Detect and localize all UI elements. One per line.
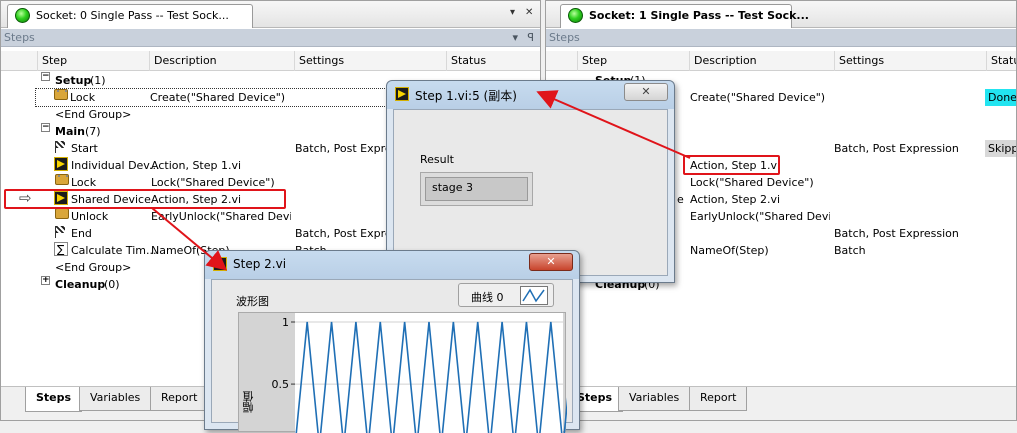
step-description: Lock("Shared Device") <box>690 176 814 189</box>
dropdown-icon[interactable]: ▾ <box>512 29 518 47</box>
group-label: Main <box>55 125 85 138</box>
step-description: EarlyUnlock("Shared Devic... <box>151 210 291 223</box>
expand-icon[interactable]: + <box>41 276 50 285</box>
result-label: Result <box>420 153 454 166</box>
y-tick-label: 1 <box>282 316 289 329</box>
step-description: Create("Shared Device") <box>690 91 826 104</box>
tab-variables[interactable]: Variables <box>79 387 152 411</box>
step-description: Action, Step 1.vi <box>151 159 242 172</box>
column-settings[interactable]: Settings <box>294 51 446 71</box>
steps-column-header: Step Description Settings Statu <box>546 51 1016 71</box>
close-icon[interactable]: ✕ <box>525 7 533 18</box>
step-settings: Batch, Post Expressi <box>295 227 387 240</box>
plot-style-icon[interactable] <box>520 286 548 305</box>
vi-icon <box>395 87 409 101</box>
left-document-tabbar: Socket: 0 Single Pass -- Test Sock... ▾ … <box>1 1 540 28</box>
steps-panel-title: Steps <box>4 31 35 44</box>
status-led-icon <box>568 8 583 23</box>
status-badge: Skipp <box>985 140 1016 157</box>
result-value: stage 3 <box>425 177 528 201</box>
step-settings: Batch, Post Expression <box>834 227 959 240</box>
steps-panel-header: Steps ▾ ꟼ <box>1 29 540 47</box>
tab-report[interactable]: Report <box>689 387 748 411</box>
close-button[interactable]: ✕ <box>624 83 668 101</box>
step-description: Action, Step 2.vi <box>690 193 781 206</box>
front-panel: 波形图 曲线 0 幅值 10.50 <box>211 279 573 433</box>
step-name: Unlock <box>71 210 109 223</box>
legend-label: 曲线 0 <box>471 291 504 304</box>
column-description[interactable]: Description <box>149 51 294 71</box>
waveform-plot[interactable]: 10.50 <box>267 313 567 433</box>
pin-icon[interactable]: ꟼ <box>527 29 534 47</box>
tab-menu-icon[interactable]: ▾ <box>510 7 515 18</box>
step-settings: Batch, Post Expressi <box>295 142 387 155</box>
steps-column-header: Step Description Settings Status <box>1 51 540 71</box>
unlock-icon <box>55 208 69 219</box>
step2-vi-window[interactable]: Step 2.vi ✕ 波形图 曲线 0 幅值 10.50 <box>204 250 580 433</box>
group-label: Setup <box>55 74 92 87</box>
plot-legend[interactable]: 曲线 0 <box>458 283 554 307</box>
result-indicator: stage 3 <box>420 172 533 206</box>
highlight-shared-device-row <box>4 189 286 209</box>
highlight-step1-description <box>683 155 780 175</box>
flag-icon <box>54 140 68 154</box>
tab-report[interactable]: Report <box>150 387 209 411</box>
column-status[interactable]: Status <box>446 51 540 71</box>
right-bottom-tabbar: Steps Variables Report <box>546 386 1016 420</box>
group-count: (1) <box>90 74 106 87</box>
y-tick-label: 0.5 <box>272 378 290 391</box>
right-socket-tab-title: Socket: 1 Single Pass -- Test Sock... <box>589 9 809 22</box>
step-name: End <box>71 227 92 240</box>
column-description[interactable]: Description <box>689 51 834 71</box>
step-name: Individual Dev... <box>71 159 160 172</box>
right-socket-tab[interactable]: Socket: 1 Single Pass -- Test Sock... <box>560 4 809 28</box>
step-name: Start <box>71 142 98 155</box>
step-name: e <box>677 193 684 206</box>
end-group-label: <End Group> <box>55 108 132 121</box>
window-title: Step 2.vi <box>233 257 287 271</box>
group-count: (0) <box>104 278 120 291</box>
end-group-label: <End Group> <box>55 261 132 274</box>
lock-icon <box>54 89 68 100</box>
status-led-icon <box>15 8 30 23</box>
step-name: Calculate Tim... <box>71 244 157 257</box>
close-button[interactable]: ✕ <box>529 253 573 271</box>
vi-icon <box>54 157 68 171</box>
lock-icon <box>55 174 69 185</box>
step-name: Lock <box>70 91 96 104</box>
waveform-graph-frame: 幅值 10.50 <box>238 312 567 433</box>
calculator-icon <box>54 242 68 256</box>
y-axis-label: 幅值 <box>242 391 255 413</box>
plot-area <box>295 313 563 433</box>
collapse-icon[interactable]: − <box>41 123 50 132</box>
left-socket-tab-title: Socket: 0 Single Pass -- Test Sock... <box>36 9 229 22</box>
step-settings: Batch <box>834 244 866 257</box>
graph-title: 波形图 <box>236 295 269 308</box>
group-label: Cleanup <box>55 278 106 291</box>
step-description: NameOf(Step) <box>690 244 769 257</box>
tab-variables[interactable]: Variables <box>618 387 691 411</box>
column-status[interactable]: Statu <box>986 51 1016 71</box>
column-settings[interactable]: Settings <box>834 51 986 71</box>
steps-panel-title: Steps <box>549 31 580 44</box>
step-settings: Batch, Post Expression <box>834 142 959 155</box>
step-description: EarlyUnlock("Shared Devic... <box>690 210 830 223</box>
status-badge: Done <box>985 89 1016 106</box>
column-step[interactable]: Step <box>37 51 149 71</box>
group-count: (7) <box>85 125 101 138</box>
tab-steps[interactable]: Steps <box>25 387 83 412</box>
column-step[interactable]: Step <box>577 51 689 71</box>
vi-icon <box>213 257 227 271</box>
left-socket-tab[interactable]: Socket: 0 Single Pass -- Test Sock... <box>7 4 253 28</box>
right-document-tabbar: Socket: 1 Single Pass -- Test Sock... <box>546 1 1016 28</box>
flag-icon <box>54 225 68 239</box>
steps-panel-header: Steps <box>546 29 1016 47</box>
step-description: Create("Shared Device") <box>150 91 286 104</box>
window-title: Step 1.vi:5 (副本) <box>415 89 517 103</box>
collapse-icon[interactable]: − <box>41 72 50 81</box>
